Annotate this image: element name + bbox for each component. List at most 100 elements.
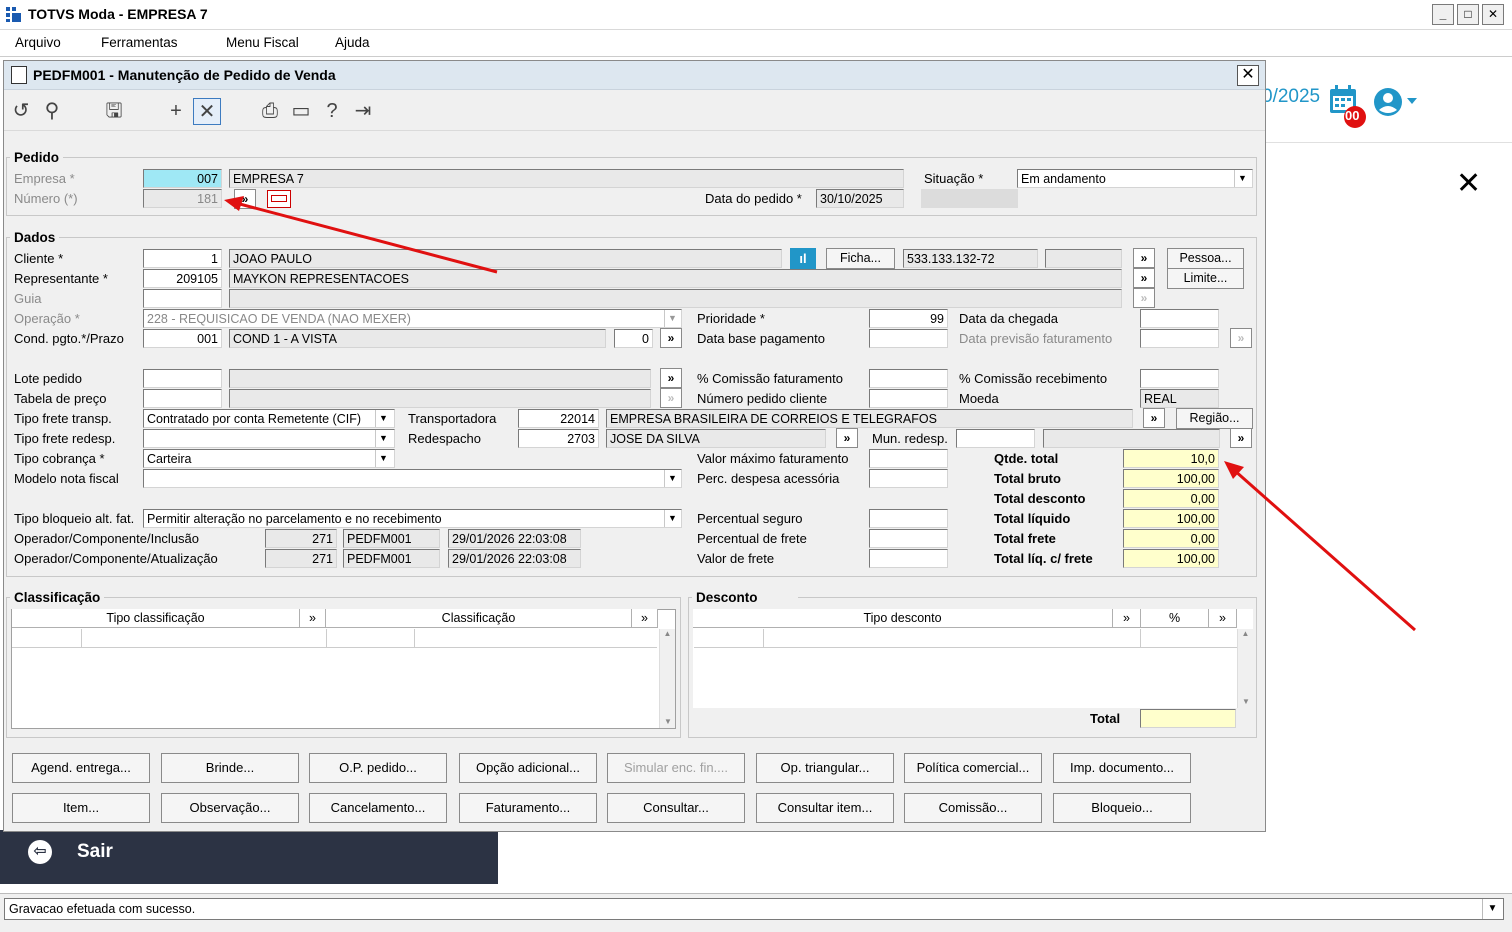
col-tipo-classificacao[interactable]: Tipo classificação: [12, 609, 300, 628]
data-pedido-field[interactable]: 30/10/2025: [816, 189, 904, 208]
guia-lookup-button[interactable]: »: [1133, 288, 1155, 308]
undo-icon[interactable]: ↺: [7, 98, 35, 125]
classificacao-row[interactable]: [12, 629, 657, 648]
bloqueio-button[interactable]: Bloqueio...: [1053, 793, 1191, 823]
maximize-button[interactable]: □: [1457, 4, 1479, 25]
comissao-button[interactable]: Comissão...: [904, 793, 1042, 823]
frete-dropdown-icon[interactable]: ▼: [375, 410, 391, 427]
numero-field[interactable]: 181: [143, 189, 222, 208]
search-icon[interactable]: ⚲: [38, 98, 66, 125]
add-icon[interactable]: +: [162, 98, 190, 125]
cancel-icon[interactable]: ✕: [193, 98, 221, 125]
opcao-adicional-button[interactable]: Opção adicional...: [459, 753, 597, 783]
col-tipo-classificacao-lookup[interactable]: »: [300, 609, 326, 628]
bloqueio-dropdown-icon[interactable]: ▼: [664, 510, 680, 527]
cancelamento-button[interactable]: Cancelamento...: [309, 793, 447, 823]
representante-code-field[interactable]: 209105: [143, 269, 222, 288]
pessoa-button[interactable]: Pessoa...: [1167, 248, 1244, 269]
perc-seguro-field[interactable]: [869, 509, 948, 528]
tabela-lookup-button[interactable]: »: [660, 388, 682, 408]
data-prev-calendar-button[interactable]: »: [1230, 328, 1252, 348]
perc-desp-field[interactable]: [869, 469, 948, 488]
operacao-dropdown-icon[interactable]: ▼: [664, 310, 680, 327]
status-dropdown-icon[interactable]: ▼: [1482, 899, 1502, 919]
valor-frete-field[interactable]: [869, 549, 948, 568]
redespacho-lookup-button[interactable]: »: [836, 428, 858, 448]
lote-code-field[interactable]: [143, 369, 222, 388]
operacao-select[interactable]: 228 - REQUISICAO DE VENDA (NAO MEXER): [143, 309, 682, 328]
simular-enc-fin-button[interactable]: Simular enc. fin....: [607, 753, 745, 783]
prazo-field[interactable]: 0: [614, 329, 653, 348]
cobranca-dropdown-icon[interactable]: ▼: [375, 450, 391, 467]
faturamento-button[interactable]: Faturamento...: [459, 793, 597, 823]
calendar-icon[interactable]: ▭: [287, 98, 315, 125]
cond-pgto-code-field[interactable]: 001: [143, 329, 222, 348]
mun-redesp-lookup-button[interactable]: »: [1230, 428, 1252, 448]
item-button[interactable]: Item...: [12, 793, 150, 823]
data-chegada-field[interactable]: [1140, 309, 1219, 328]
situacao-dropdown-icon[interactable]: ▼: [1234, 170, 1250, 187]
limite-button[interactable]: Limite...: [1167, 268, 1244, 289]
frete-redesp-select[interactable]: [143, 429, 395, 448]
observacao-button[interactable]: Observação...: [161, 793, 299, 823]
modelo-dropdown-icon[interactable]: ▼: [664, 470, 680, 487]
col-percentual-lookup[interactable]: »: [1209, 609, 1237, 628]
menu-ferramentas[interactable]: Ferramentas: [101, 35, 178, 50]
op-pedido-button[interactable]: O.P. pedido...: [309, 753, 447, 783]
lote-lookup-button[interactable]: »: [660, 368, 682, 388]
classificacao-scrollbar[interactable]: ▲ ▼: [659, 629, 675, 728]
save-icon[interactable]: 🖫: [100, 98, 128, 125]
cliente-lookup-button[interactable]: »: [1133, 248, 1155, 268]
comissao-rec-field[interactable]: [1140, 369, 1219, 388]
desconto-row[interactable]: [694, 629, 1237, 648]
consultar-item-button[interactable]: Consultar item...: [756, 793, 894, 823]
transportadora-lookup-button[interactable]: »: [1143, 408, 1165, 428]
consultar-button[interactable]: Consultar...: [607, 793, 745, 823]
prioridade-field[interactable]: 99: [869, 309, 948, 328]
chart-icon[interactable]: ıl: [790, 248, 816, 269]
numero-lookup-button[interactable]: »: [234, 189, 256, 209]
representante-lookup-button[interactable]: »: [1133, 268, 1155, 288]
user-avatar-icon[interactable]: [1373, 87, 1419, 117]
dialog-close-button[interactable]: ✕: [1237, 65, 1259, 86]
tabela-code-field[interactable]: [143, 389, 222, 408]
data-base-field[interactable]: [869, 329, 948, 348]
situacao-select[interactable]: Em andamento: [1017, 169, 1253, 188]
menu-arquivo[interactable]: Arquivo: [15, 35, 61, 50]
col-classificacao-lookup[interactable]: »: [632, 609, 658, 628]
exit-icon[interactable]: ⇥: [349, 98, 377, 125]
background-close-icon[interactable]: ✕: [1456, 166, 1481, 201]
politica-comercial-button[interactable]: Política comercial...: [904, 753, 1042, 783]
mun-redesp-code-field[interactable]: [956, 429, 1035, 448]
minimize-button[interactable]: _: [1432, 4, 1454, 25]
calendar-red-icon[interactable]: [267, 190, 291, 208]
print-icon[interactable]: ⎙: [256, 98, 284, 125]
comissao-fat-field[interactable]: [869, 369, 948, 388]
frete-select[interactable]: Contratado por conta Remetente (CIF): [143, 409, 395, 428]
menu-fiscal[interactable]: Menu Fiscal: [226, 35, 299, 50]
col-percentual[interactable]: %: [1141, 609, 1209, 628]
window-close-button[interactable]: ✕: [1482, 4, 1504, 25]
col-classificacao[interactable]: Classificação: [326, 609, 632, 628]
cliente-code-field[interactable]: 1: [143, 249, 222, 268]
modelo-select[interactable]: [143, 469, 682, 488]
desconto-scrollbar[interactable]: ▲ ▼: [1237, 629, 1253, 708]
sidebar-exit[interactable]: ⇦ Sair: [0, 830, 498, 884]
brinde-button[interactable]: Brinde...: [161, 753, 299, 783]
cobranca-select[interactable]: Carteira: [143, 449, 395, 468]
help-icon[interactable]: ?: [318, 98, 346, 125]
agend-entrega-button[interactable]: Agend. entrega...: [12, 753, 150, 783]
menu-ajuda[interactable]: Ajuda: [335, 35, 370, 50]
perc-frete-field[interactable]: [869, 529, 948, 548]
op-triangular-button[interactable]: Op. triangular...: [756, 753, 894, 783]
ficha-button[interactable]: Ficha...: [826, 248, 895, 269]
transportadora-code-field[interactable]: 22014: [518, 409, 599, 428]
status-message[interactable]: Gravacao efetuada com sucesso.: [4, 898, 1504, 920]
cond-pgto-lookup-button[interactable]: »: [660, 328, 682, 348]
redespacho-code-field[interactable]: 2703: [518, 429, 599, 448]
empresa-code-field[interactable]: 007: [143, 169, 222, 188]
valor-max-field[interactable]: [869, 449, 948, 468]
col-tipo-desconto[interactable]: Tipo desconto: [693, 609, 1113, 628]
data-prev-field[interactable]: [1140, 329, 1219, 348]
col-tipo-desconto-lookup[interactable]: »: [1113, 609, 1141, 628]
